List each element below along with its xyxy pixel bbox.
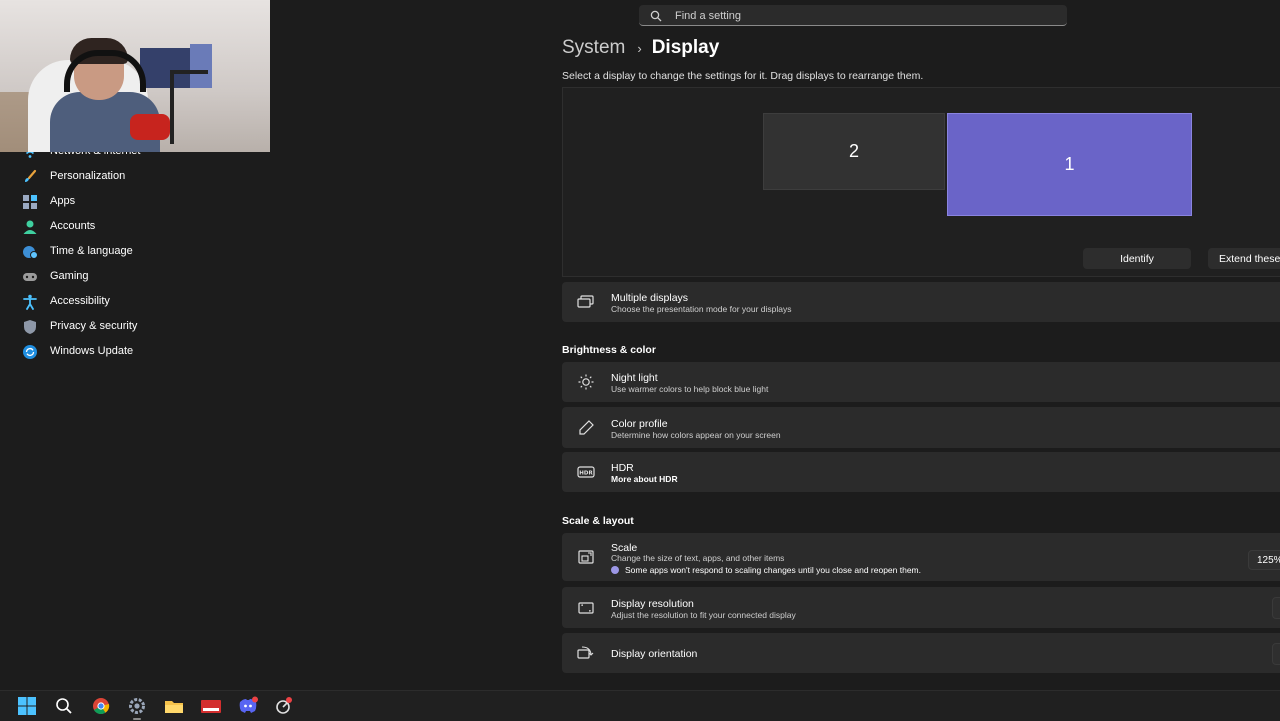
sidebar-item-label: Windows Update bbox=[50, 345, 134, 357]
section-title-brightness: Brightness & color bbox=[562, 344, 656, 356]
sidebar-item-label: Time & language bbox=[50, 245, 133, 257]
globe-clock-icon bbox=[22, 244, 38, 260]
sidebar-item-personalization[interactable]: Personalization bbox=[0, 164, 300, 189]
sidebar-item-windows-update[interactable]: Windows Update bbox=[0, 339, 300, 364]
eyedropper-icon bbox=[577, 419, 595, 437]
card-title: HDR bbox=[611, 462, 634, 474]
snipping-icon[interactable] bbox=[272, 694, 296, 718]
sidebar-item-label: Personalization bbox=[50, 170, 126, 182]
sidebar-item-accessibility[interactable]: Accessibility bbox=[0, 289, 300, 314]
windows-start-icon[interactable] bbox=[15, 694, 39, 718]
display-arrangement-panel: 2 1 Identify Extend these bbox=[562, 87, 1280, 277]
card-subtitle: Change the size of text, apps, and other… bbox=[611, 553, 785, 563]
webcam-overlay bbox=[0, 0, 270, 152]
scale-warning: Some apps won't respond to scaling chang… bbox=[611, 565, 921, 575]
search-input[interactable] bbox=[673, 7, 1057, 25]
sidebar-item-label: Accounts bbox=[50, 220, 96, 232]
scale-card: Scale Change the size of text, apps, and… bbox=[562, 533, 1280, 581]
display-resolution-card: Display resolution Adjust the resolution… bbox=[562, 587, 1280, 628]
sidebar-item-time-language[interactable]: Time & language bbox=[0, 239, 300, 264]
svg-text:HDR: HDR bbox=[579, 471, 593, 477]
settings-window: Network & internet Personalization Apps … bbox=[0, 0, 1280, 690]
brush-icon bbox=[22, 169, 38, 185]
info-dot-icon bbox=[611, 566, 619, 574]
search-box[interactable] bbox=[639, 5, 1067, 26]
card-title: Display resolution bbox=[611, 598, 694, 610]
card-title: Multiple displays bbox=[611, 292, 689, 304]
card-subtitle: Determine how colors appear on your scre… bbox=[611, 430, 781, 440]
resolution-icon bbox=[577, 599, 595, 617]
identify-button[interactable]: Identify bbox=[1083, 248, 1191, 269]
card-subtitle: Choose the presentation mode for your di… bbox=[611, 304, 792, 314]
gamepad-icon bbox=[22, 269, 38, 285]
sidebar-item-privacy[interactable]: Privacy & security bbox=[0, 314, 300, 339]
card-subtitle: Adjust the resolution to fit your connec… bbox=[611, 610, 796, 620]
sidebar-item-label: Privacy & security bbox=[50, 320, 138, 332]
monitor-1[interactable]: 1 bbox=[947, 113, 1192, 216]
sidebar-item-label: Accessibility bbox=[50, 295, 110, 307]
hdr-icon: HDR bbox=[577, 463, 595, 481]
sidebar-item-accounts[interactable]: Accounts bbox=[0, 214, 300, 239]
section-title-scale-layout: Scale & layout bbox=[562, 515, 634, 527]
search-icon bbox=[650, 9, 662, 22]
card-title: Display orientation bbox=[611, 648, 698, 660]
breadcrumb: System › Display bbox=[562, 34, 719, 62]
scale-icon bbox=[577, 548, 595, 566]
sidebar-item-gaming[interactable]: Gaming bbox=[0, 264, 300, 289]
multiple-displays-icon bbox=[577, 293, 595, 311]
shield-icon bbox=[22, 319, 38, 335]
card-title: Color profile bbox=[611, 418, 668, 430]
hdr-card[interactable]: HDR HDR More about HDR bbox=[562, 452, 1280, 492]
person-icon bbox=[22, 219, 38, 235]
more-about-hdr-link[interactable]: More about HDR bbox=[611, 474, 678, 484]
extend-displays-dropdown[interactable]: Extend these bbox=[1208, 248, 1280, 269]
scale-warning-text: Some apps won't respond to scaling chang… bbox=[625, 565, 922, 575]
search-icon[interactable] bbox=[52, 694, 76, 718]
orientation-icon bbox=[577, 644, 595, 662]
arrangement-instructions: Select a display to change the settings … bbox=[562, 70, 924, 82]
update-icon bbox=[22, 344, 38, 360]
sidebar-item-apps[interactable]: Apps bbox=[0, 189, 300, 214]
monitor-2[interactable]: 2 bbox=[763, 113, 945, 190]
sidebar-item-label: Apps bbox=[50, 195, 76, 207]
sidebar-item-label: Gaming bbox=[50, 270, 89, 282]
discord-icon[interactable] bbox=[236, 694, 260, 718]
orientation-dropdown[interactable] bbox=[1272, 643, 1280, 665]
accessibility-icon bbox=[22, 294, 38, 310]
settings-icon[interactable] bbox=[125, 694, 149, 720]
chevron-right-icon: › bbox=[637, 40, 642, 56]
chrome-icon[interactable] bbox=[89, 694, 113, 718]
multiple-displays-card[interactable]: Multiple displays Choose the presentatio… bbox=[562, 282, 1280, 322]
file-explorer-icon[interactable] bbox=[162, 694, 186, 718]
color-profile-card[interactable]: Color profile Determine how colors appea… bbox=[562, 407, 1280, 448]
apps-icon bbox=[22, 194, 38, 210]
brightness-icon bbox=[577, 373, 595, 391]
card-title: Night light bbox=[611, 372, 658, 384]
breadcrumb-system[interactable]: System bbox=[562, 37, 625, 59]
resolution-dropdown[interactable] bbox=[1272, 597, 1280, 619]
page-title: Display bbox=[651, 37, 720, 58]
card-subtitle: Use warmer colors to help block blue lig… bbox=[611, 384, 769, 394]
night-light-card[interactable]: Night light Use warmer colors to help bl… bbox=[562, 362, 1280, 402]
display-orientation-card: Display orientation bbox=[562, 633, 1280, 673]
voicemeeter-icon[interactable] bbox=[199, 694, 223, 718]
scale-dropdown[interactable]: 125% bbox=[1248, 550, 1280, 570]
taskbar bbox=[0, 690, 1280, 721]
